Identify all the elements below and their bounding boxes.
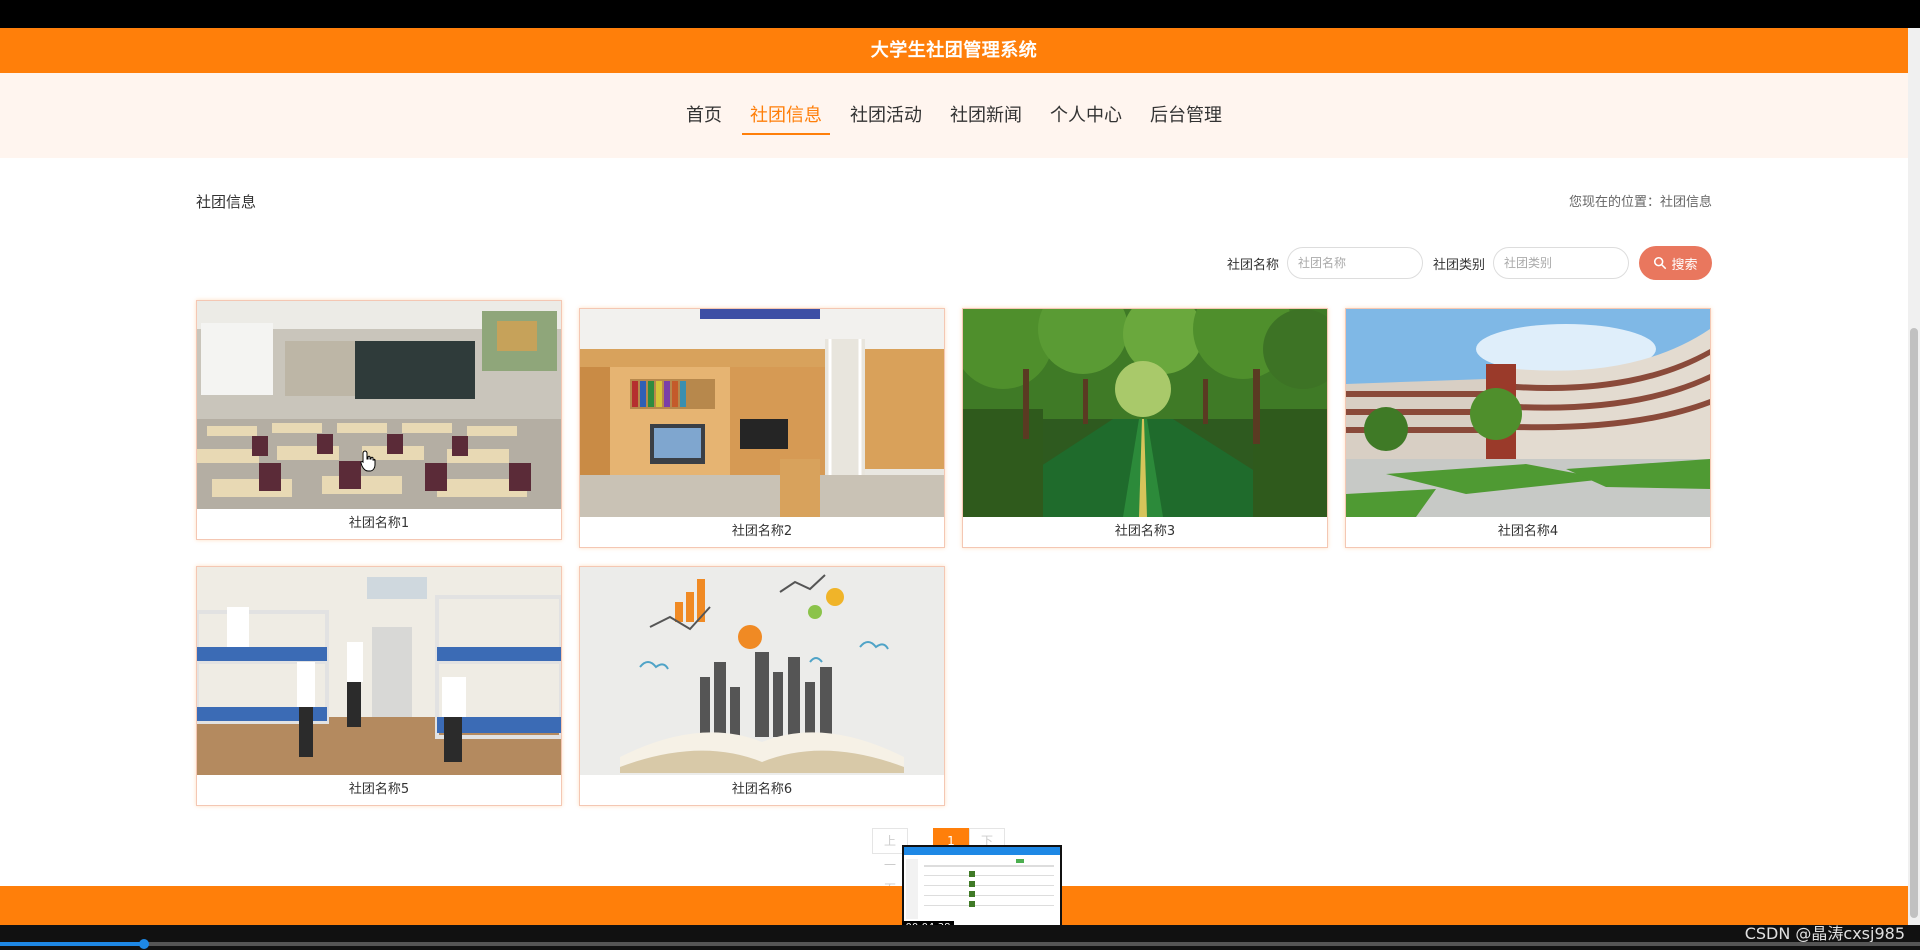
video-progress-track[interactable] [0,939,1920,949]
video-player-bar: CSDN @晶涛cxsj985 [0,925,1920,950]
club-image-dorm-desk [580,309,944,517]
thumbnail-content [906,859,1054,919]
club-name: 社团名称2 [731,524,793,539]
video-progress-knob[interactable] [139,939,149,949]
watermark-text: CSDN @晶涛cxsj985 [1744,924,1905,943]
club-image-tree-road [963,309,1327,517]
club-card[interactable]: 社团名称3 [962,308,1328,548]
club-card[interactable]: 社团名称2 [579,308,945,548]
club-name: 社团名称3 [1114,524,1176,539]
search-bar: 社团名称 社团类别 搜索 [1227,246,1712,280]
breadcrumb-prefix: 您现在的位置： [1568,195,1660,210]
club-name-label: 社团名称 [1226,257,1279,273]
club-card[interactable]: 社团名称1 [196,300,562,540]
page-scrollbar[interactable] [1908,28,1920,925]
club-name: 社团名称1 [348,516,410,531]
video-progress-fill [0,942,144,946]
club-name: 社团名称6 [731,782,793,797]
club-name: 社团名称5 [348,782,410,797]
club-category-label: 社团类别 [1432,257,1485,273]
club-image-classroom [197,301,561,509]
website-page: 大学生社团管理系统 首页 社团信息 社团活动 社团新闻 个人中心 后台管理 社团… [0,28,1908,925]
screen: 大学生社团管理系统 首页 社团信息 社团活动 社团新闻 个人中心 后台管理 社团… [0,0,1920,950]
nav-item-club-info[interactable]: 社团信息 [742,101,830,135]
club-image-dorm-bunks [197,567,561,775]
top-black-bar [0,0,1920,28]
search-icon [1654,256,1667,270]
nav-item-club-activities[interactable]: 社团活动 [842,101,930,133]
breadcrumb-current: 社团信息 [1659,195,1712,210]
hand-cursor-icon [360,450,376,472]
search-button[interactable]: 搜索 [1639,246,1712,280]
club-image-idea-book [580,567,944,775]
search-button-label: 搜索 [1671,256,1698,272]
page-title: 社团信息 [196,193,257,211]
nav-item-admin[interactable]: 后台管理 [1142,101,1230,133]
main-nav: 首页 社团信息 社团活动 社团新闻 个人中心 后台管理 [0,73,1908,158]
club-card[interactable]: 社团名称6 [579,566,945,806]
site-title: 大学生社团管理系统 [0,28,1908,73]
breadcrumb: 您现在的位置：社团信息 [1569,191,1712,210]
club-card[interactable]: 社团名称4 [1345,308,1711,548]
nav-item-home[interactable]: 首页 [678,101,730,133]
scrollbar-thumb[interactable] [1910,328,1918,918]
club-category-input[interactable] [1493,247,1629,279]
club-name-input[interactable] [1286,247,1423,279]
club-card[interactable]: 社团名称5 [196,566,562,806]
nav-item-personal-center[interactable]: 个人中心 [1042,101,1130,133]
nav-item-club-news[interactable]: 社团新闻 [942,101,1030,133]
club-image-campus-building [1346,309,1710,517]
club-name: 社团名称4 [1497,524,1559,539]
video-thumbnail-preview [902,845,1062,927]
